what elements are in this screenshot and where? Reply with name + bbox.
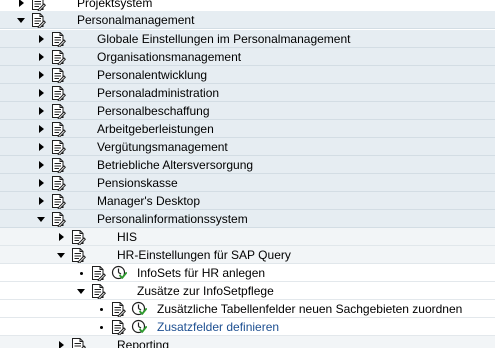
tree-node-label[interactable]: Vergütungsmanagement: [97, 139, 228, 155]
tree-node-label[interactable]: HIS: [117, 229, 137, 245]
structure-node-icon: [50, 175, 66, 191]
tree-node[interactable]: Zusätze zur InfoSetpflege: [0, 282, 495, 300]
tree-node-label[interactable]: Personaladministration: [97, 85, 219, 101]
expand-arrow-down-icon[interactable]: [56, 250, 66, 260]
structure-node-icon: [70, 247, 86, 263]
tree-node[interactable]: Personalbeschaffung: [0, 102, 495, 120]
tree-node-label[interactable]: Manager's Desktop: [97, 193, 200, 209]
expand-arrow-down-icon[interactable]: [76, 286, 86, 296]
tree-node[interactable]: InfoSets für HR anlegen: [0, 264, 495, 282]
tree-node-label[interactable]: Zusatzfelder definieren: [157, 319, 279, 335]
tree-node-label[interactable]: Zusätzliche Tabellenfelder neuen Sachgeb…: [157, 301, 462, 317]
tree-node-label[interactable]: Arbeitgeberleistungen: [97, 121, 214, 137]
expand-arrow-right-icon[interactable]: [36, 106, 46, 116]
structure-node-icon: [50, 139, 66, 155]
expand-arrow-right-icon[interactable]: [36, 124, 46, 134]
expand-arrow-right-icon[interactable]: [36, 178, 46, 188]
expand-arrow-right-icon[interactable]: [36, 142, 46, 152]
tree-node[interactable]: Personalentwicklung: [0, 66, 495, 84]
expand-arrow-right-icon[interactable]: [36, 160, 46, 170]
tree-node[interactable]: Zusatzfelder definieren: [0, 318, 495, 336]
document-icon: [110, 319, 126, 335]
tree-node-label[interactable]: Reporting: [117, 337, 169, 348]
structure-node-icon: [50, 121, 66, 137]
structure-node-icon: [50, 31, 66, 47]
tree-node[interactable]: Betriebliche Altersversorgung: [0, 156, 495, 174]
expand-arrow-right-icon[interactable]: [16, 0, 26, 8]
tree-node[interactable]: Personaladministration: [0, 84, 495, 102]
tree-node-label[interactable]: Globale Einstellungen im Personalmanagem…: [97, 31, 350, 47]
tree-node[interactable]: Vergütungsmanagement: [0, 138, 495, 156]
structure-node-icon: [30, 12, 46, 28]
expand-arrow-right-icon[interactable]: [36, 52, 46, 62]
expand-arrow-down-icon[interactable]: [16, 15, 26, 25]
tree-node[interactable]: Reporting: [0, 336, 495, 348]
bullet-icon: [96, 322, 106, 332]
expand-arrow-right-icon[interactable]: [36, 196, 46, 206]
tree-node-label[interactable]: Personalentwicklung: [97, 67, 207, 83]
tree-node-label[interactable]: Personalinformationssystem: [97, 211, 248, 227]
structure-node-icon: [90, 283, 106, 299]
structure-node-icon: [50, 211, 66, 227]
tree-node-label[interactable]: Personalbeschaffung: [97, 103, 210, 119]
tree-node[interactable]: Pensionskasse: [0, 174, 495, 192]
img-structure-tree: Projektsystem Personalmanagement Globale E…: [0, 0, 495, 348]
execute-clock-icon[interactable]: [131, 301, 147, 317]
tree-node[interactable]: Globale Einstellungen im Personalmanagem…: [0, 30, 495, 48]
tree-node-label[interactable]: Projektsystem: [77, 0, 152, 11]
expand-arrow-down-icon[interactable]: [36, 214, 46, 224]
bullet-icon: [96, 304, 106, 314]
structure-node-icon: [50, 49, 66, 65]
tree-node-label[interactable]: Organisationsmanagement: [97, 49, 241, 65]
bullet-icon: [76, 268, 86, 278]
structure-node-icon: [30, 0, 46, 11]
document-icon: [90, 265, 106, 281]
tree-node-label[interactable]: Zusätze zur InfoSetpflege: [137, 283, 274, 299]
execute-clock-icon[interactable]: [111, 265, 127, 281]
structure-node-icon: [50, 193, 66, 209]
tree-node[interactable]: Personalmanagement: [0, 11, 495, 29]
tree-node[interactable]: HIS: [0, 228, 495, 246]
structure-node-icon: [50, 157, 66, 173]
tree-node-label[interactable]: InfoSets für HR anlegen: [137, 265, 265, 281]
tree-node[interactable]: Arbeitgeberleistungen: [0, 120, 495, 138]
structure-node-icon: [70, 337, 86, 348]
tree-node-label[interactable]: Personalmanagement: [77, 12, 194, 28]
expand-arrow-right-icon[interactable]: [56, 340, 66, 348]
expand-arrow-right-icon[interactable]: [56, 232, 66, 242]
structure-node-icon: [50, 85, 66, 101]
tree-node-label[interactable]: HR-Einstellungen für SAP Query: [117, 247, 291, 263]
expand-arrow-right-icon[interactable]: [36, 70, 46, 80]
structure-node-icon: [50, 67, 66, 83]
expand-arrow-right-icon[interactable]: [36, 34, 46, 44]
document-icon: [110, 301, 126, 317]
tree-node-label[interactable]: Betriebliche Altersversorgung: [97, 157, 253, 173]
tree-node[interactable]: Zusätzliche Tabellenfelder neuen Sachgeb…: [0, 300, 495, 318]
expand-arrow-right-icon[interactable]: [36, 88, 46, 98]
execute-clock-icon[interactable]: [131, 319, 147, 335]
tree-node[interactable]: Manager's Desktop: [0, 192, 495, 210]
structure-node-icon: [50, 103, 66, 119]
tree-node-label[interactable]: Pensionskasse: [97, 175, 178, 191]
structure-node-icon: [70, 229, 86, 245]
tree-node[interactable]: Personalinformationssystem: [0, 210, 495, 228]
tree-node[interactable]: HR-Einstellungen für SAP Query: [0, 246, 495, 264]
tree-node[interactable]: Organisationsmanagement: [0, 48, 495, 66]
